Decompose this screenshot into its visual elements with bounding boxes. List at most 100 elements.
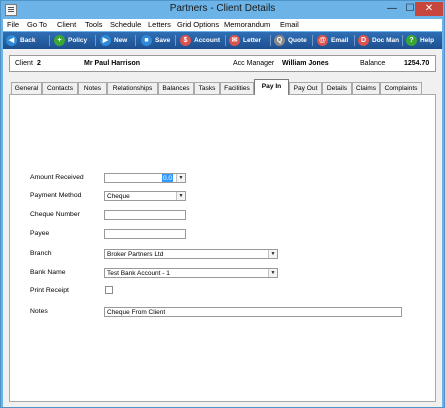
menu-go-to[interactable]: Go To (27, 20, 47, 29)
client-panel: Client 2 Mr Paul Harrison Acc Manager Wi… (3, 49, 442, 407)
quote-button-label: Quote (288, 37, 307, 44)
amount-received-input[interactable]: 0.0 ▼ (104, 173, 186, 183)
toolbar-separator (270, 35, 271, 46)
client-summary: Client 2 Mr Paul Harrison Acc Manager Wi… (9, 55, 436, 72)
letter-icon: ✉ (229, 35, 240, 46)
tab-contacts[interactable]: Contacts (42, 82, 78, 94)
menu-grid-options[interactable]: Grid Options (177, 20, 219, 29)
toolbar-separator (95, 35, 96, 46)
client-label: Client (15, 60, 33, 67)
save-icon: ■ (141, 35, 152, 46)
cheque-number-input[interactable] (104, 210, 186, 220)
balance-value: 1254.70 (404, 60, 430, 67)
balance-label: Balance (360, 60, 386, 67)
tab-pay-out[interactable]: Pay Out (289, 82, 322, 94)
tab-balances[interactable]: Balances (158, 82, 194, 94)
menu-bar: File Go To Client Tools Schedule Letters… (3, 19, 442, 31)
email-icon: @ (317, 35, 328, 46)
bank-name-value: Test Bank Account - 1 (107, 270, 170, 277)
minimize-button[interactable]: — (383, 2, 401, 16)
tab-facilities[interactable]: Facilities (220, 82, 254, 94)
print-receipt-label: Print Receipt (30, 287, 69, 294)
payment-method-label: Payment Method (30, 192, 82, 199)
toolbar-separator (49, 35, 50, 46)
notes-input[interactable]: Cheque From Client (104, 307, 402, 317)
bank-name-select[interactable]: Test Bank Account - 1 ▼ (104, 268, 278, 278)
email-button[interactable]: @ Email (317, 34, 348, 47)
toolbar: ◀ Back + Policy ▶ New ■ Save $ Account ✉… (3, 32, 442, 49)
branch-select[interactable]: Broker Partners Ltd ▼ (104, 249, 278, 259)
toolbar-separator (354, 35, 355, 46)
email-button-label: Email (331, 37, 349, 44)
add-policy-icon: + (54, 35, 65, 46)
menu-email[interactable]: Email (280, 20, 299, 29)
save-button[interactable]: ■ Save (141, 34, 170, 47)
close-button[interactable]: ✕ (415, 2, 443, 16)
menu-client[interactable]: Client (57, 20, 76, 29)
pay-in-form: Amount Received 0.0 ▼ Payment Method Che… (9, 94, 436, 402)
letter-button[interactable]: ✉ Letter (229, 34, 261, 47)
amount-received-label: Amount Received (30, 174, 84, 181)
notes-label: Notes (30, 308, 48, 315)
new-icon: ▶ (100, 35, 111, 46)
help-button-label: Help (420, 37, 435, 44)
tab-notes[interactable]: Notes (78, 82, 107, 94)
amount-received-value: 0.0 (161, 174, 173, 182)
payee-input[interactable] (104, 229, 186, 239)
quote-icon: Q (274, 35, 285, 46)
cheque-number-label: Cheque Number (30, 211, 80, 218)
tab-relationships[interactable]: Relationships (107, 82, 158, 94)
toolbar-separator (402, 35, 403, 46)
toolbar-separator (312, 35, 313, 46)
print-receipt-checkbox[interactable] (105, 286, 113, 294)
account-button-label: Account (194, 37, 220, 44)
menu-schedule[interactable]: Schedule (110, 20, 141, 29)
client-details-window: Partners - Client Details — ☐ ✕ File Go … (0, 0, 445, 408)
chevron-down-icon[interactable]: ▼ (176, 174, 185, 182)
chevron-down-icon[interactable]: ▼ (176, 192, 185, 200)
menu-letters[interactable]: Letters (148, 20, 171, 29)
back-button[interactable]: ◀ Back (6, 34, 36, 47)
new-button[interactable]: ▶ New (100, 34, 127, 47)
window-title: Partners - Client Details (169, 3, 276, 14)
chevron-down-icon[interactable]: ▼ (268, 250, 277, 258)
branch-label: Branch (30, 250, 52, 257)
quote-button[interactable]: Q Quote (274, 34, 307, 47)
letter-button-label: Letter (243, 37, 262, 44)
client-name: Mr Paul Harrison (84, 60, 141, 67)
new-button-label: New (114, 37, 128, 44)
payment-method-value: Cheque (107, 193, 130, 200)
doc-man-button-label: Doc Man (372, 37, 400, 44)
back-arrow-icon: ◀ (6, 35, 17, 46)
menu-tools[interactable]: Tools (85, 20, 103, 29)
payee-label: Payee (30, 230, 50, 237)
tab-pay-in[interactable]: Pay In (254, 79, 289, 95)
tab-claims[interactable]: Claims (352, 82, 380, 94)
toolbar-separator (175, 35, 176, 46)
policy-button-label: Policy (68, 37, 88, 44)
account-button[interactable]: $ Account (180, 34, 220, 47)
policy-button[interactable]: + Policy (54, 34, 87, 47)
toolbar-separator (225, 35, 226, 46)
acc-manager-name: William Jones (282, 60, 329, 67)
doc-man-icon: D (358, 35, 369, 46)
tab-tasks[interactable]: Tasks (194, 82, 220, 94)
payment-method-select[interactable]: Cheque ▼ (104, 191, 186, 201)
doc-man-button[interactable]: D Doc Man (358, 34, 399, 47)
help-icon: ? (406, 35, 417, 46)
save-button-label: Save (155, 37, 171, 44)
tab-complaints[interactable]: Complaints (380, 82, 422, 94)
acc-manager-label: Acc Manager (233, 60, 275, 67)
title-bar[interactable]: Partners - Client Details — ☐ ✕ (1, 1, 444, 19)
menu-file[interactable]: File (7, 20, 19, 29)
tab-general[interactable]: General (11, 82, 42, 94)
menu-memorandum[interactable]: Memorandum (224, 20, 270, 29)
help-button[interactable]: ? Help (406, 34, 434, 47)
toolbar-separator (135, 35, 136, 46)
tab-details[interactable]: Details (322, 82, 352, 94)
bank-name-label: Bank Name (30, 269, 66, 276)
chevron-down-icon[interactable]: ▼ (268, 269, 277, 277)
account-icon: $ (180, 35, 191, 46)
client-number: 2 (37, 60, 41, 67)
branch-value: Broker Partners Ltd (107, 251, 164, 258)
